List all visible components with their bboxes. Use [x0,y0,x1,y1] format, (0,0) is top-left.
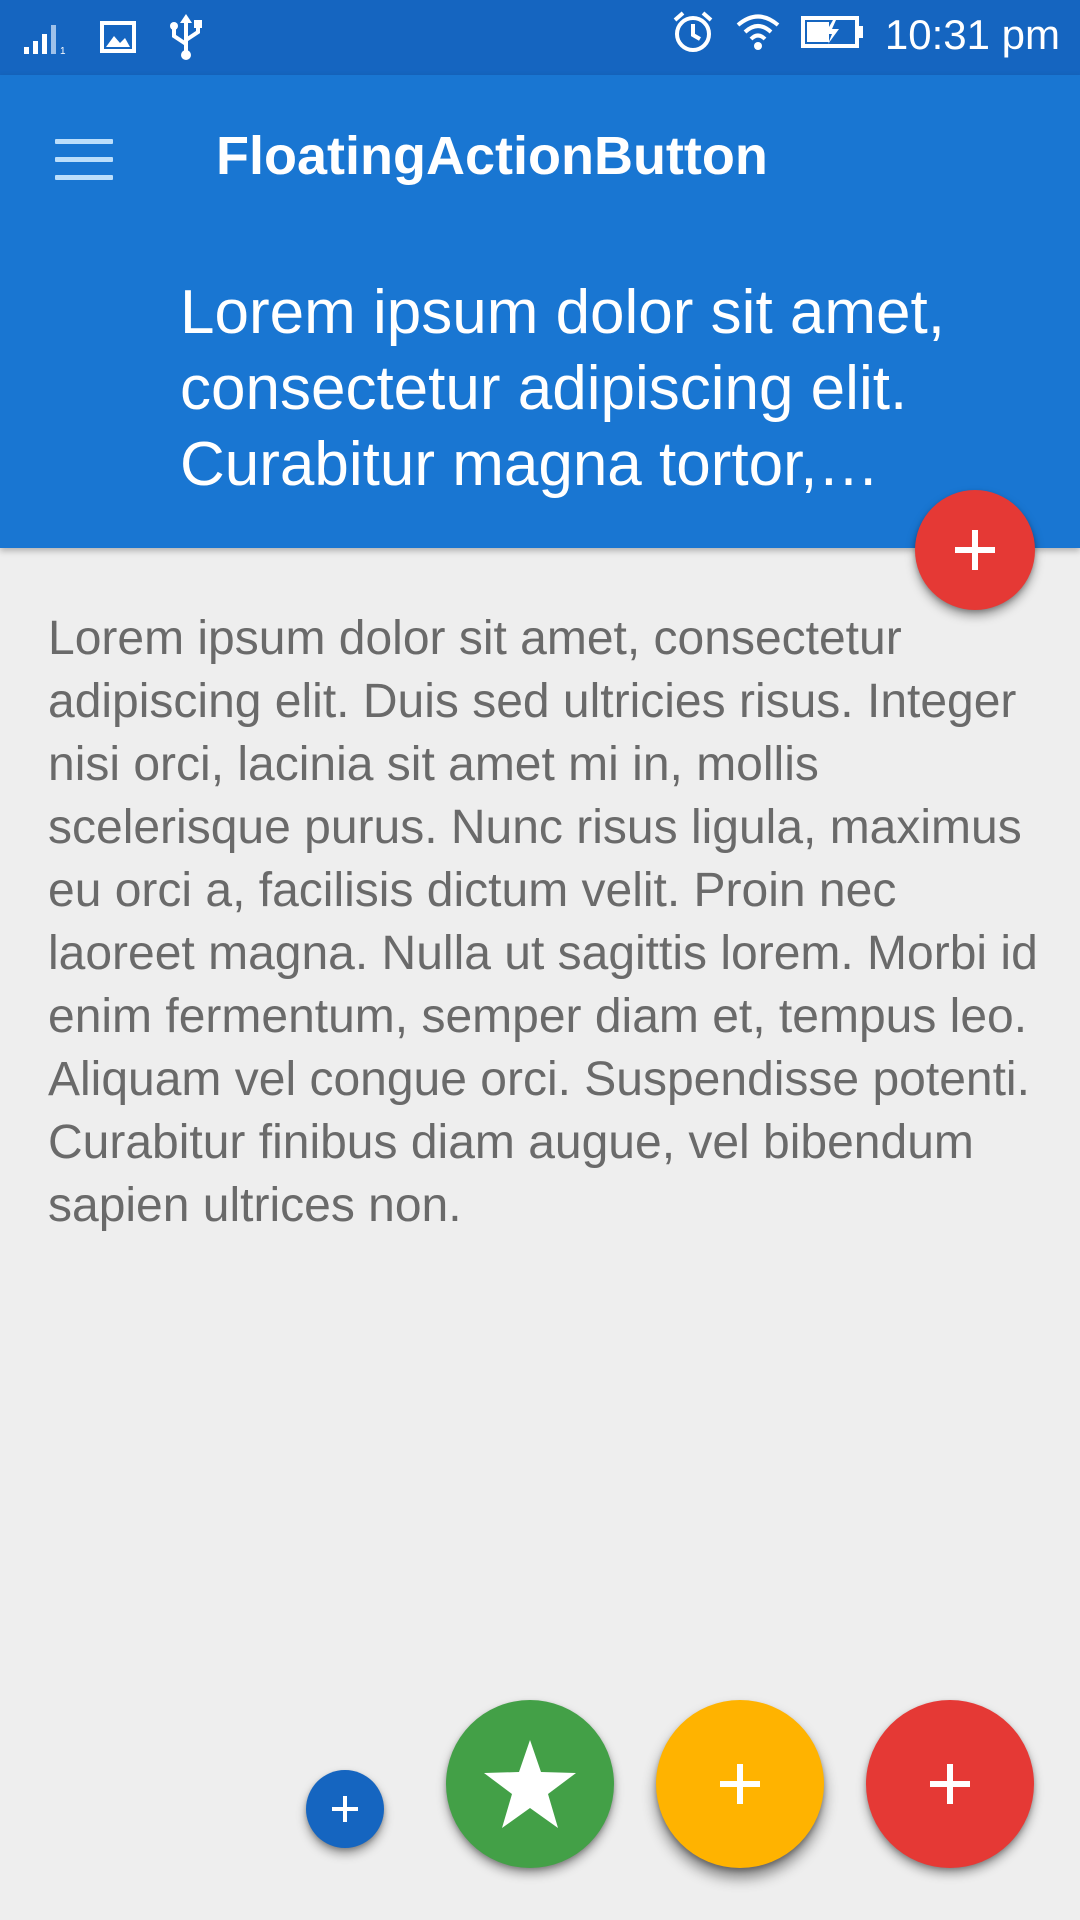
usb-icon [166,14,206,65]
status-left-icons: 1 [22,14,206,65]
alarm-icon [671,10,715,59]
signal-icon: 1 [22,19,70,60]
plus-icon [330,1794,360,1824]
app-toolbar: FloatingActionButton Lorem ipsum dolor s… [0,75,1080,548]
hamburger-menu-icon[interactable] [55,139,113,180]
battery-charging-icon [800,14,865,55]
svg-text:1: 1 [60,46,66,55]
image-icon [100,19,136,60]
mini-add-fab[interactable] [306,1770,384,1848]
plus-icon [953,528,997,572]
status-time: 10:31 pm [884,10,1060,58]
toolbar-title: FloatingActionButton [216,126,768,186]
status-right-icons: 10:31 pm [671,10,1060,59]
toolbar-add-fab[interactable] [915,490,1035,610]
plus-icon [718,1762,762,1806]
yellow-add-fab[interactable] [656,1700,824,1868]
star-fab[interactable] [446,1700,614,1868]
status-bar: 1 10:31 pm [0,0,1080,75]
plus-icon [928,1762,972,1806]
body-text: Lorem ipsum dolor sit amet, consectetur … [48,612,1038,1232]
toolbar-subtitle: Lorem ipsum dolor sit amet, consectetur … [180,278,945,499]
red-add-fab[interactable] [866,1700,1034,1868]
wifi-icon [735,12,781,57]
star-icon [482,1738,578,1830]
